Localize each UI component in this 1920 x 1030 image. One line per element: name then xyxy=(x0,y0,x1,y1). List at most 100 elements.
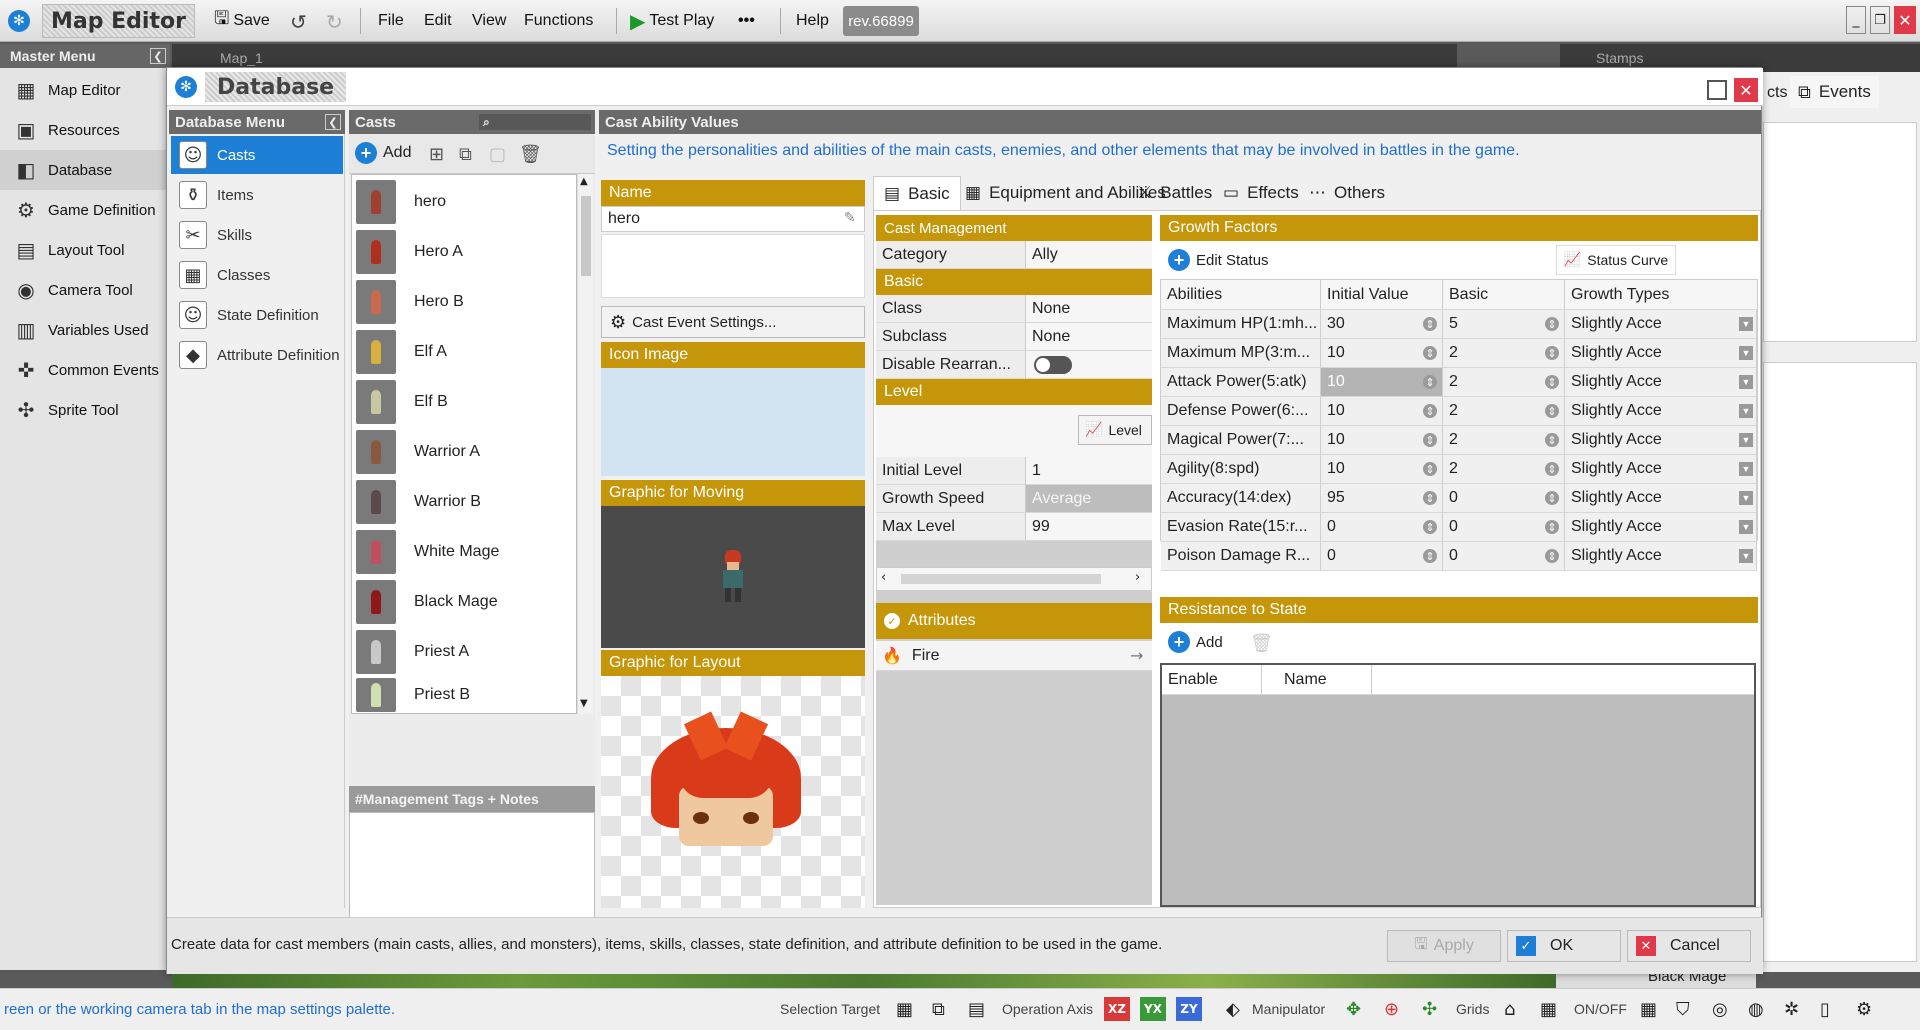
spin-icon[interactable]: ⇕ xyxy=(1423,462,1437,476)
more-button[interactable]: ••• xyxy=(738,7,755,35)
undo-icon[interactable]: ↺ xyxy=(290,10,307,34)
cast-row[interactable]: Warrior A xyxy=(352,427,576,477)
menu-functions[interactable]: Functions xyxy=(524,7,593,35)
growth-type-select[interactable]: Slightly Acce xyxy=(1565,455,1757,484)
rotate-gizmo-icon[interactable]: ⊕ xyxy=(1384,999,1399,1020)
spin-icon[interactable]: ⇕ xyxy=(1423,317,1437,331)
growth-type-select[interactable]: Slightly Acce xyxy=(1565,397,1757,426)
spin-icon[interactable]: ⇕ xyxy=(1423,375,1437,389)
db-item-classes[interactable]: ▦ Classes xyxy=(171,256,343,294)
scroll-right-icon[interactable]: › xyxy=(1135,570,1140,585)
events-tab[interactable]: ⧉ Events xyxy=(1790,76,1879,108)
scale-gizmo-icon[interactable]: ✣ xyxy=(1422,999,1437,1020)
icon-image-area[interactable] xyxy=(601,368,865,476)
ok-button[interactable]: ✓ OK xyxy=(1507,930,1621,962)
chevron-down-icon[interactable]: ▼ xyxy=(1739,317,1753,331)
spin-icon[interactable]: ⇕ xyxy=(1545,346,1559,360)
collapse-icon[interactable]: ❮ xyxy=(325,114,341,130)
chevron-down-icon[interactable]: ▼ xyxy=(1739,462,1753,476)
dialog-close-icon[interactable]: ✕ xyxy=(1734,78,1758,102)
spin-icon[interactable]: ⇕ xyxy=(1545,462,1559,476)
axis-yx-button[interactable]: YX xyxy=(1140,997,1166,1021)
redo-icon[interactable]: ↻ xyxy=(326,10,343,34)
tab-effects[interactable]: ▭ Effects xyxy=(1213,176,1309,210)
battery-icon[interactable]: ▯ xyxy=(1820,999,1830,1020)
paste-icon[interactable]: ▢ xyxy=(489,144,506,165)
edit-pencil-icon[interactable]: ✎ xyxy=(844,210,856,226)
delete-icon[interactable]: 🗑 xyxy=(519,144,542,165)
maximize-icon[interactable] xyxy=(1707,80,1727,100)
cancel-button[interactable]: ✕ Cancel xyxy=(1627,930,1751,962)
cast-row[interactable]: Priest B xyxy=(352,677,576,713)
master-item-database[interactable]: ◧ Database xyxy=(0,150,168,190)
edit-status-button[interactable]: + Edit Status xyxy=(1168,249,1269,271)
status-curve-button[interactable]: 📈 Status Curve xyxy=(1556,245,1676,275)
test-play-button[interactable]: ▶ Test Play xyxy=(630,7,714,35)
apply-button[interactable]: 🖫 Apply xyxy=(1387,930,1501,962)
menu-help[interactable]: Help xyxy=(796,7,829,35)
spin-icon[interactable]: ⇕ xyxy=(1423,404,1437,418)
spin-icon[interactable]: ⇕ xyxy=(1545,404,1559,418)
master-item-variables-used[interactable]: ▥ Variables Used xyxy=(0,310,168,350)
spin-icon[interactable]: ⇕ xyxy=(1423,520,1437,534)
growth-speed-value[interactable]: Average xyxy=(1026,485,1152,513)
master-item-sprite-tool[interactable]: ✣ Sprite Tool xyxy=(0,390,168,430)
growth-type-select[interactable]: Slightly Acce xyxy=(1565,542,1757,571)
menu-file[interactable]: File xyxy=(378,7,404,35)
resistance-add-button[interactable]: + Add xyxy=(1168,631,1223,653)
chevron-down-icon[interactable]: ▼ xyxy=(1739,375,1753,389)
initial-level-value[interactable]: 1 xyxy=(1026,457,1152,485)
master-item-map-editor[interactable]: ▦ Map Editor xyxy=(0,70,168,110)
chevron-down-icon[interactable]: ▼ xyxy=(1739,433,1753,447)
disable-rearrange-toggle[interactable] xyxy=(1034,356,1072,374)
chevron-down-icon[interactable]: ▼ xyxy=(1739,491,1753,505)
grid-snap-icon[interactable]: ⌂ xyxy=(1504,999,1515,1020)
growth-type-select[interactable]: Slightly Acce xyxy=(1565,339,1757,368)
graphic-moving-area[interactable] xyxy=(601,506,865,648)
new-folder-icon[interactable]: ⊞ xyxy=(429,144,444,165)
graphic-layout-area[interactable] xyxy=(601,676,865,908)
master-item-game-definition[interactable]: ⚙ Game Definition xyxy=(0,190,168,230)
db-item-casts[interactable]: ☺ Casts xyxy=(171,136,343,174)
chevron-down-icon[interactable]: ▼ xyxy=(1739,346,1753,360)
growth-type-select[interactable]: Slightly Acce xyxy=(1565,368,1757,397)
chevron-down-icon[interactable]: ▼ xyxy=(1739,549,1753,563)
name-field[interactable]: hero ✎ xyxy=(601,206,865,232)
manipulator-icon[interactable]: ⬖ xyxy=(1226,999,1240,1020)
master-item-common-events[interactable]: ✜ Common Events xyxy=(0,350,168,390)
spin-icon[interactable]: ⇕ xyxy=(1423,346,1437,360)
right-tab-partial[interactable]: cts xyxy=(1767,84,1787,102)
cast-row-hero[interactable]: hero xyxy=(352,177,576,227)
tab-battles[interactable]: ⚔ Battles xyxy=(1127,176,1222,210)
cast-row[interactable]: Hero B xyxy=(352,277,576,327)
add-cast-button[interactable]: + Add xyxy=(355,142,411,164)
chevron-down-icon[interactable]: ▼ xyxy=(1739,404,1753,418)
select-object-icon[interactable]: ⧉ xyxy=(932,999,945,1020)
grid-icon[interactable]: ▦ xyxy=(1540,999,1557,1020)
tile-grid-icon[interactable]: ▦ xyxy=(1640,999,1657,1020)
master-item-resources[interactable]: ▣ Resources xyxy=(0,110,168,150)
spin-icon[interactable]: ⇕ xyxy=(1545,375,1559,389)
cast-row[interactable]: White Mage xyxy=(352,527,576,577)
axis-xz-button[interactable]: XZ xyxy=(1104,997,1130,1021)
max-level-value[interactable]: 99 xyxy=(1026,513,1152,541)
cast-list-scrollbar[interactable]: ▲ ▼ xyxy=(577,174,593,714)
subclass-value[interactable]: None xyxy=(1026,323,1152,351)
search-icon[interactable]: ⌕ xyxy=(479,114,591,130)
select-grid-icon[interactable]: ▦ xyxy=(896,999,913,1020)
copy-icon[interactable]: ⧉ xyxy=(459,144,472,165)
scroll-down-icon[interactable]: ▼ xyxy=(580,698,588,709)
spin-icon[interactable]: ⇕ xyxy=(1545,317,1559,331)
chevron-down-icon[interactable]: ▼ xyxy=(1739,520,1753,534)
menu-edit[interactable]: Edit xyxy=(424,7,452,35)
spin-icon[interactable]: ⇕ xyxy=(1423,491,1437,505)
cast-row[interactable]: Elf B xyxy=(352,377,576,427)
growth-type-select[interactable]: Slightly Acce xyxy=(1565,484,1757,513)
bug-icon[interactable]: ✲ xyxy=(1784,999,1799,1020)
cast-event-settings-button[interactable]: ⚙ Cast Event Settings... xyxy=(601,306,865,338)
db-item-skills[interactable]: ✂ Skills xyxy=(171,216,343,254)
minimize-icon[interactable]: _ xyxy=(1846,6,1866,34)
cast-row[interactable]: Black Mage xyxy=(352,577,576,627)
category-value[interactable]: Ally xyxy=(1026,241,1152,269)
properties-horizontal-scrollbar[interactable]: ‹ › xyxy=(876,567,1152,591)
